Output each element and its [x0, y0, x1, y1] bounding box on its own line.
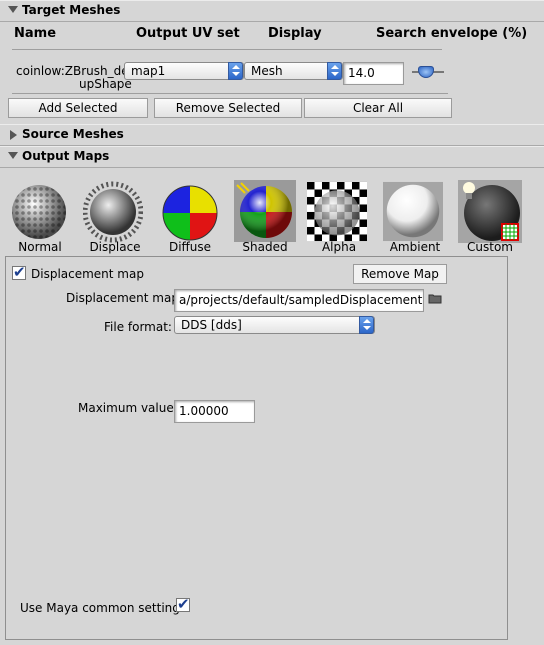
displacement-path-field[interactable]: a/projects/default/sampledDisplacement.d…	[174, 289, 424, 312]
maximum-value-label: Maximum value:	[78, 401, 178, 415]
use-maya-common-settings-checkbox[interactable]	[176, 595, 190, 613]
section-title: Output Maps	[22, 149, 110, 163]
map-type-label-alpha: Alpha	[321, 240, 357, 254]
dropdown-arrow-icon	[359, 316, 374, 334]
mesh-name-line1: coinlow:ZBrush_defu	[16, 64, 124, 78]
map-type-label-displace: Displace	[89, 240, 141, 254]
remove-map-button[interactable]: Remove Map	[353, 264, 447, 284]
section-title: Source Meshes	[22, 127, 124, 141]
maximum-value-field[interactable]: 1.00000	[174, 400, 255, 423]
expand-triangle-icon	[8, 152, 18, 159]
dropdown-arrow-icon	[327, 62, 342, 80]
map-type-label-normal: Normal	[18, 240, 62, 254]
displacement-panel	[5, 256, 508, 640]
use-maya-common-settings-label: Use Maya common settings	[20, 601, 187, 615]
map-type-label-shaded: Shaded	[242, 240, 288, 254]
target-meshes-header[interactable]: Target Meshes	[0, 0, 544, 22]
shaded-map-icon[interactable]	[235, 181, 295, 244]
file-format-select[interactable]: DDS [dds]	[174, 316, 375, 334]
output-maps-header[interactable]: Output Maps	[0, 146, 544, 168]
column-header-search-envelope: Search envelope (%)	[376, 26, 528, 41]
column-header-uv-set: Output UV set	[136, 26, 240, 41]
column-header-display: Display	[268, 26, 322, 41]
expand-triangle-icon	[8, 6, 18, 13]
file-format-label: File format:	[104, 320, 172, 334]
display-value: Mesh	[251, 64, 283, 78]
map-type-label-diffuse: Diffuse	[168, 240, 212, 254]
source-meshes-header[interactable]: Source Meshes	[0, 124, 544, 146]
remove-selected-button[interactable]: Remove Selected	[154, 98, 302, 118]
uv-set-value: map1	[131, 64, 166, 78]
ambient-map-icon[interactable]	[383, 180, 443, 243]
alpha-map-icon[interactable]	[307, 180, 367, 243]
section-title: Target Meshes	[22, 3, 121, 17]
folder-browse-icon[interactable]	[428, 293, 442, 304]
displacement-map-checkbox[interactable]	[12, 263, 26, 281]
divider	[12, 49, 442, 50]
uv-set-select[interactable]: map1	[124, 62, 244, 80]
displace-map-icon[interactable]	[83, 180, 143, 243]
displacement-map-checkbox-label: Displacement map	[31, 267, 144, 281]
column-header-name: Name	[14, 26, 57, 41]
search-envelope-field[interactable]: 14.0	[343, 62, 404, 85]
custom-map-icon[interactable]	[458, 180, 522, 243]
displacement-path-label: Displacement map	[66, 291, 179, 305]
divider	[12, 93, 448, 94]
normal-map-icon[interactable]	[8, 180, 68, 243]
map-type-label-ambient: Ambient	[389, 240, 441, 254]
collapse-triangle-icon	[10, 130, 17, 140]
clear-all-button[interactable]: Clear All	[304, 98, 452, 118]
diffuse-map-icon[interactable]	[160, 182, 220, 245]
display-select[interactable]: Mesh	[244, 62, 343, 80]
add-selected-button[interactable]: Add Selected	[8, 98, 148, 118]
file-format-value: DDS [dds]	[181, 318, 242, 332]
dropdown-arrow-icon	[228, 62, 243, 80]
envelope-slider-thumb[interactable]	[418, 66, 434, 78]
map-type-label-custom: Custom	[467, 240, 513, 254]
